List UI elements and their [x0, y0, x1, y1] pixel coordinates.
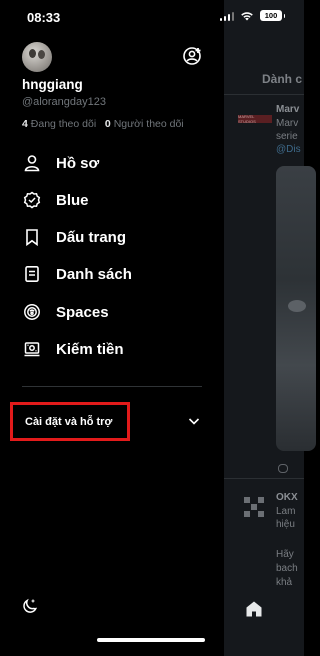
background-post-link: @Dis: [276, 144, 301, 155]
person-icon: [22, 153, 42, 173]
verified-badge-icon: [22, 190, 42, 210]
background-post-text: Hãy: [276, 549, 294, 560]
drawer-divider: [22, 386, 202, 387]
okx-logo-icon: [244, 497, 264, 517]
money-icon: [22, 339, 42, 359]
settings-and-support-toggle[interactable]: Cài đặt và hỗ trợ: [10, 402, 130, 441]
add-account-icon[interactable]: [183, 46, 203, 66]
chevron-down-icon[interactable]: [187, 414, 201, 428]
profile-handle: @alorangday123: [22, 96, 106, 108]
background-post-divider: [224, 478, 304, 479]
menu-item-blue[interactable]: Blue: [0, 182, 224, 218]
cellular-signal-icon: [219, 11, 234, 21]
menu-item-label: Danh sách: [56, 265, 132, 283]
wifi-icon: [241, 11, 253, 20]
background-post-text: khả: [276, 577, 293, 588]
battery-icon: 100: [260, 10, 285, 21]
background-post-text: Marv: [276, 118, 299, 129]
bookmark-icon: [22, 227, 42, 247]
background-post-text: Lam: [276, 506, 296, 517]
background-tab-divider: [224, 94, 304, 95]
navigation-drawer: hnggiang @alorangday123 4 Đang theo dõi …: [0, 0, 224, 656]
follow-stats: 4 Đang theo dõi 0 Người theo dõi: [22, 118, 184, 130]
background-post-text: serie: [276, 131, 298, 142]
menu-item-monetization[interactable]: Kiếm tiền: [0, 331, 224, 367]
home-icon[interactable]: [245, 600, 263, 618]
reply-icon: [278, 464, 288, 473]
status-icons: 100: [219, 10, 285, 21]
background-post-text: bach: [276, 563, 298, 574]
following-link[interactable]: 4 Đang theo dõi: [22, 118, 96, 130]
menu-item-spaces[interactable]: Spaces: [0, 294, 224, 330]
menu-item-label: Kiếm tiền: [56, 340, 124, 358]
menu-item-label: Blue: [56, 191, 89, 209]
menu-item-label: Dấu trang: [56, 228, 127, 246]
menu-item-lists[interactable]: Danh sách: [0, 256, 224, 292]
background-post-author: Marv: [276, 104, 300, 115]
menu-item-label: Spaces: [56, 303, 109, 321]
marvel-studios-logo: MARVEL STUDIOS: [238, 114, 272, 124]
menu-item-bookmarks[interactable]: Dấu trang: [0, 219, 224, 255]
avatar[interactable]: [22, 42, 52, 72]
spaces-icon: [22, 302, 42, 322]
menu-item-profile[interactable]: Hồ sơ: [0, 145, 224, 181]
home-indicator: [97, 638, 205, 642]
menu-item-label: Hồ sơ: [56, 154, 100, 172]
background-post-text: hiệu: [276, 519, 295, 530]
profile-display-name[interactable]: hnggiang: [22, 77, 83, 92]
status-time: 08:33: [27, 10, 61, 25]
settings-and-support-label: Cài đặt và hỗ trợ: [25, 416, 113, 428]
background-media-figure: [288, 300, 306, 312]
background-post-author: OKX: [276, 492, 298, 503]
background-tab-label: Dành c: [262, 72, 303, 86]
status-bar: 08:33 100: [0, 0, 304, 34]
moon-display-icon[interactable]: [22, 598, 38, 614]
list-icon: [22, 264, 42, 284]
followers-link[interactable]: 0 Người theo dõi: [105, 118, 184, 130]
